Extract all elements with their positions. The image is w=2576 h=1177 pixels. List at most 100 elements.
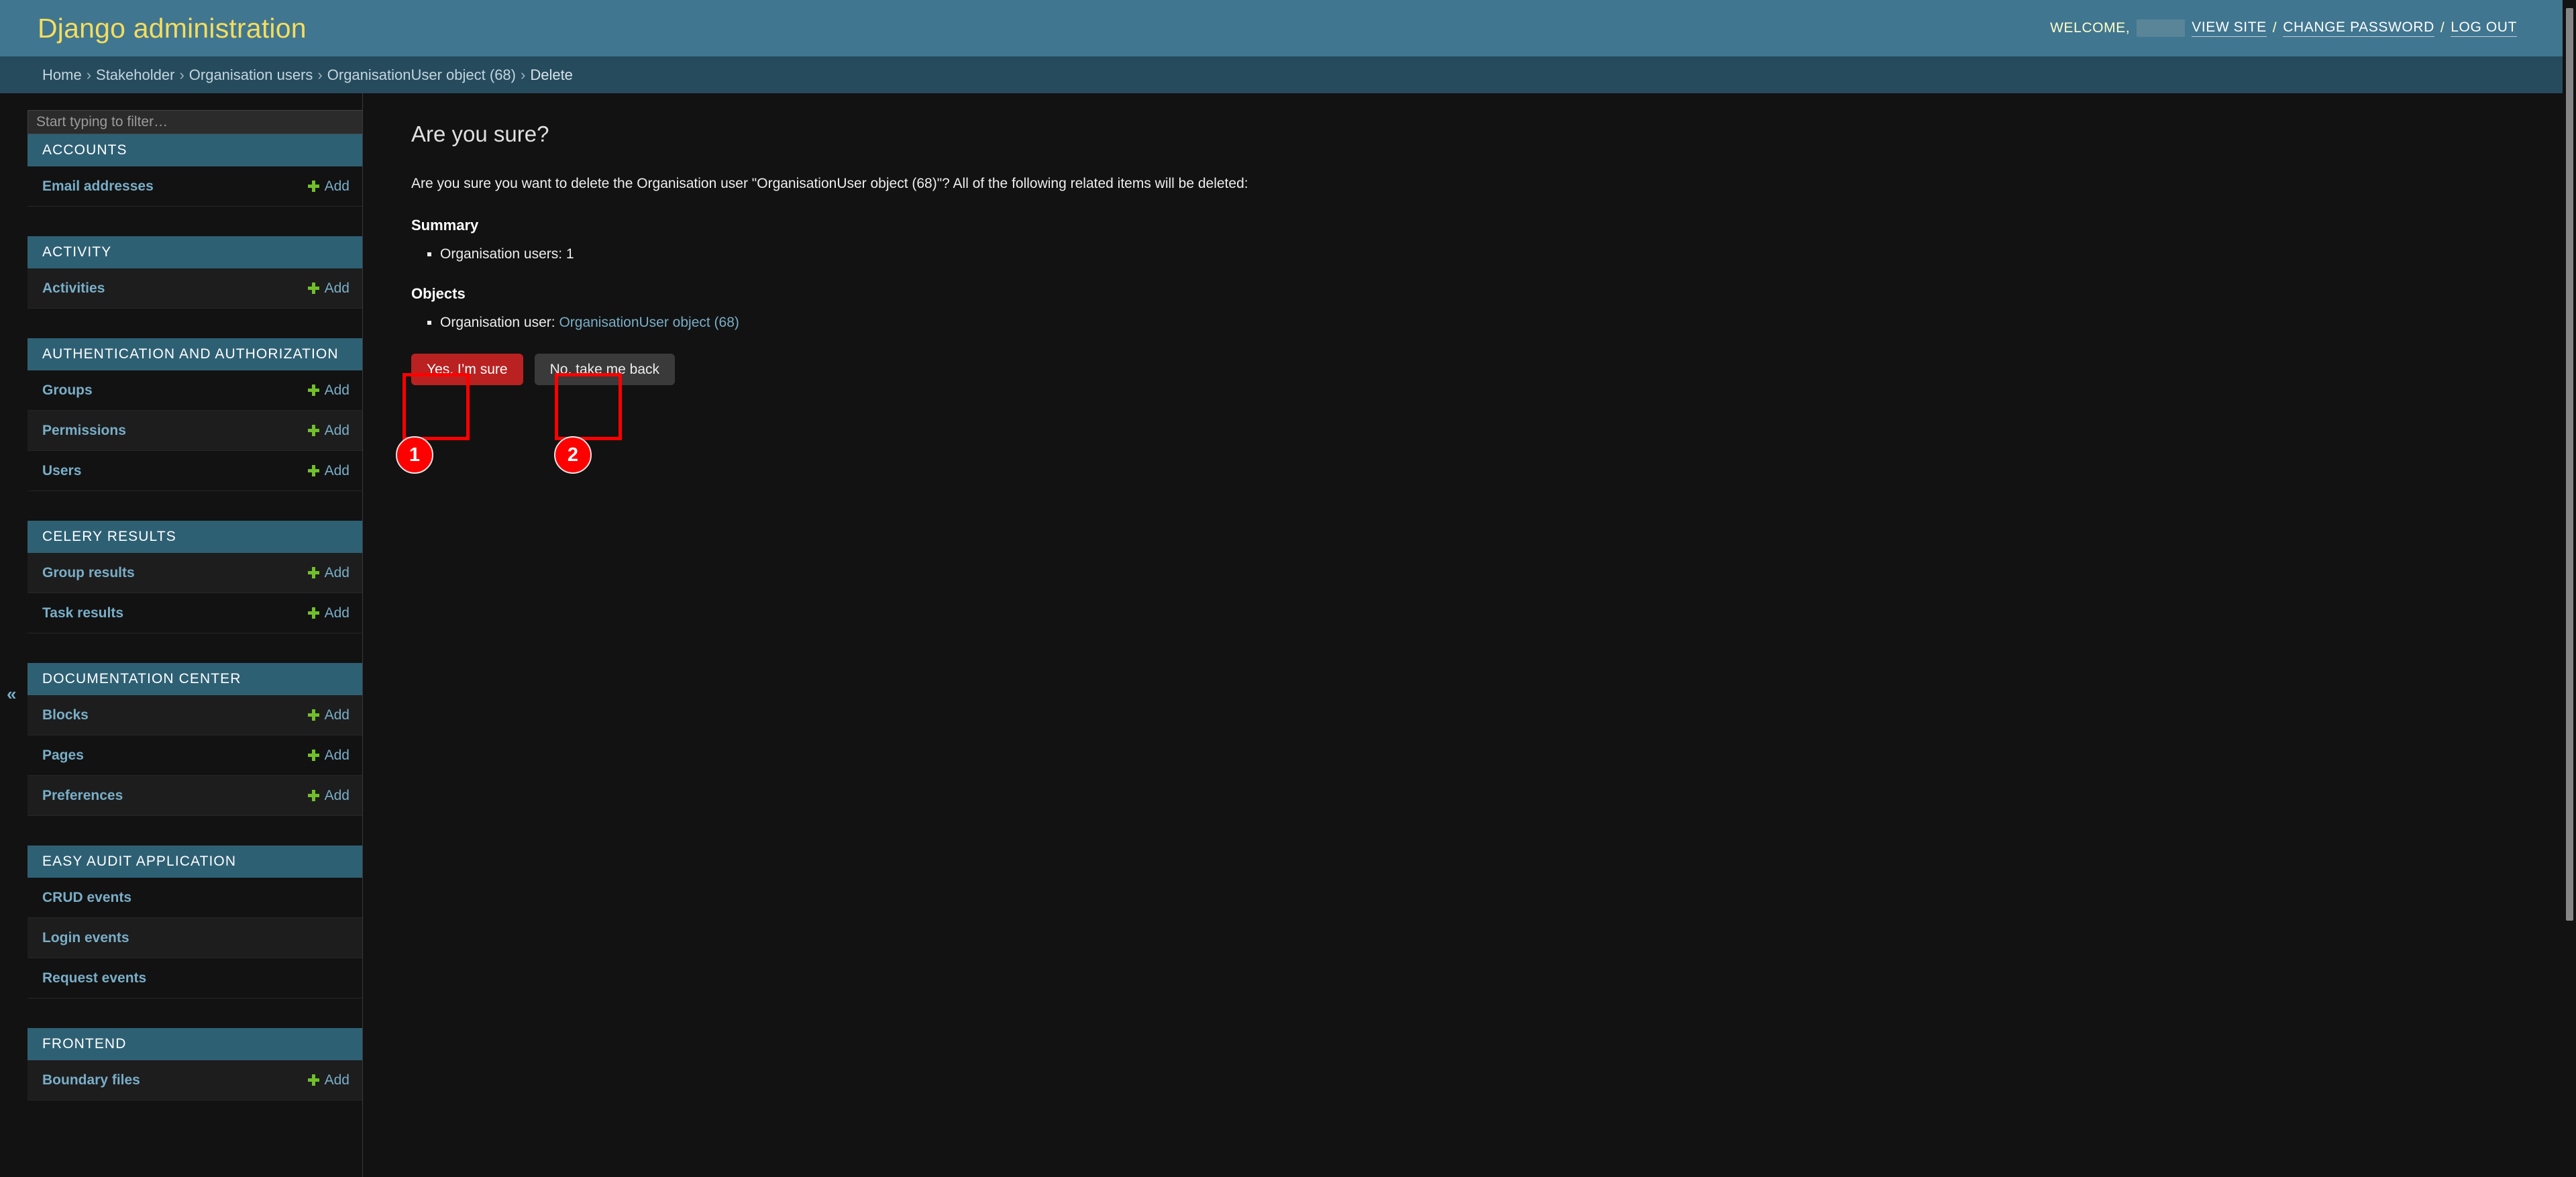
sidebar-item-email-addresses[interactable]: Email addresses Add [28,166,362,207]
sidebar-add-link[interactable]: Add [307,178,350,195]
username-redacted [2137,19,2186,37]
nav-sidebar: ACCOUNTSEmail addressesAddACTIVITYActivi… [28,93,363,1177]
plus-icon [307,283,319,294]
plus-icon [307,790,319,801]
sidebar-app-caption[interactable]: DOCUMENTATION CENTER [28,663,362,695]
sidebar-item-group-results[interactable]: Group results Add [28,553,362,593]
breadcrumb: Home › Stakeholder › Organisation users › Orga… [0,56,2563,93]
plus-icon [307,425,319,436]
summary-list: Organisation users: 1 [440,246,2563,262]
page-title: Are you sure? [411,121,549,146]
breadcrumb-item-3[interactable]: Organisation users [189,66,313,84]
sidebar-collapse-toggle-icon[interactable]: « [7,685,16,703]
sidebar-item-label[interactable]: Preferences [42,788,123,804]
page-scrollbar-thumb[interactable] [2566,8,2573,921]
sidebar-add-label: Add [324,382,350,398]
sidebar-module-gap [28,491,362,521]
breadcrumb-item-1[interactable]: Home [42,66,82,84]
sidebar-add-link[interactable]: Add [307,280,350,297]
sidebar-item-request-events[interactable]: Request events [28,958,362,999]
sidebar-module-gap [28,309,362,338]
view-site-link[interactable]: VIEW SITE [2192,19,2267,37]
sidebar-item-pages[interactable]: Pages Add [28,735,362,776]
sidebar-item-label[interactable]: Login events [42,930,129,946]
sidebar-app-caption[interactable]: EASY AUDIT APPLICATION [28,846,362,878]
log-out-link[interactable]: LOG OUT [2451,19,2517,37]
sidebar-app-caption[interactable]: FRONTEND [28,1028,362,1060]
welcome-label: WELCOME, [2050,20,2131,36]
sidebar-item-label[interactable]: Email addresses [42,178,154,195]
no-take-me-back-button[interactable]: No, take me back [534,354,676,385]
sidebar-add-link[interactable]: Add [307,1072,350,1088]
breadcrumb-separator: › [521,66,526,83]
yes-im-sure-button[interactable]: Yes, I’m sure [411,354,523,385]
sidebar-add-link[interactable]: Add [307,564,350,581]
sidebar-add-label: Add [324,422,350,438]
sidebar-item-task-results[interactable]: Task results Add [28,593,362,633]
sidebar-module: ACCOUNTS Email addresses Add [28,134,362,207]
branding: Django administration [0,13,307,44]
sidebar-module-gap [28,999,362,1028]
delete-confirmation-form: Yes, I’m sure No, take me back [411,354,2563,385]
sidebar-add-label: Add [324,462,350,478]
user-tools-separator-2: / [2440,20,2445,36]
sidebar-add-label: Add [324,564,350,580]
page-scrollbar[interactable] [2563,0,2576,1177]
sidebar-add-link[interactable]: Add [307,462,350,479]
sidebar-add-link[interactable]: Add [307,422,350,439]
objects-heading: Objects [411,285,466,302]
sidebar-item-crud-events[interactable]: CRUD events [28,878,362,918]
sidebar-item-label[interactable]: Activities [42,280,105,297]
sidebar-item-users[interactable]: Users Add [28,451,362,491]
sidebar-item-label[interactable]: Users [42,463,81,479]
sidebar-filter-input[interactable] [28,110,362,134]
sidebar-module-gap [28,816,362,846]
sidebar-app-caption[interactable]: CELERY RESULTS [28,521,362,553]
breadcrumb-separator: › [179,66,184,83]
sidebar-add-link[interactable]: Add [307,382,350,399]
sidebar-item-preferences[interactable]: Preferences Add [28,776,362,816]
sidebar-module: CELERY RESULTS Group results Add Task resul… [28,521,362,633]
sidebar-item-blocks[interactable]: Blocks Add [28,695,362,735]
sidebar-item-label[interactable]: Group results [42,565,135,581]
sidebar-item-label[interactable]: CRUD events [42,890,131,906]
sidebar-item-label[interactable]: Request events [42,970,146,986]
site-title[interactable]: Django administration [38,13,307,44]
sidebar-add-link[interactable]: Add [307,605,350,621]
sidebar-item-label[interactable]: Blocks [42,707,89,723]
breadcrumb-item-4[interactable]: OrganisationUser object (68) [327,66,516,84]
change-password-link[interactable]: CHANGE PASSWORD [2283,19,2434,37]
sidebar-app-caption[interactable]: ACTIVITY [28,236,362,268]
site-header: Django administration WELCOME, VIEW SITE… [0,0,2563,56]
sidebar-modules: ACCOUNTS Email addresses Add ACTIVITY Activi… [28,134,362,1101]
object-link[interactable]: OrganisationUser object (68) [559,315,739,330]
user-tools: WELCOME, VIEW SITE / CHANGE PASSWORD / L… [2050,19,2563,37]
sidebar-module: EASY AUDIT APPLICATION CRUD events Login e… [28,846,362,999]
sidebar-item-login-events[interactable]: Login events [28,918,362,958]
plus-icon [307,750,319,761]
sidebar-item-activities[interactable]: Activities Add [28,268,362,309]
sidebar-app-caption[interactable]: ACCOUNTS [28,134,362,166]
sidebar-item-label[interactable]: Task results [42,605,123,621]
sidebar-item-groups[interactable]: Groups Add [28,370,362,411]
sidebar-module: FRONTEND Boundary files Add [28,1028,362,1101]
breadcrumb-separator: › [317,66,323,83]
breadcrumb-item-2[interactable]: Stakeholder [96,66,174,84]
sidebar-item-label[interactable]: Boundary files [42,1072,140,1088]
sidebar-item-label[interactable]: Pages [42,748,84,764]
sidebar-module: DOCUMENTATION CENTER Blocks Add Pages Add Pre… [28,663,362,816]
sidebar-add-label: Add [324,707,350,723]
sidebar-add-link[interactable]: Add [307,788,350,804]
plus-icon [307,709,319,721]
sidebar-app-caption[interactable]: AUTHENTICATION AND AUTHORIZATION [28,338,362,370]
sidebar-item-boundary-files[interactable]: Boundary files Add [28,1060,362,1101]
sidebar-item-label[interactable]: Permissions [42,423,126,439]
plus-icon [307,181,319,192]
sidebar-add-link[interactable]: Add [307,707,350,723]
breadcrumb-separator: › [86,66,92,83]
sidebar-module-gap [28,633,362,663]
sidebar-add-link[interactable]: Add [307,748,350,764]
sidebar-item-label[interactable]: Groups [42,382,93,399]
sidebar-item-permissions[interactable]: Permissions Add [28,411,362,451]
summary-heading: Summary [411,217,479,234]
